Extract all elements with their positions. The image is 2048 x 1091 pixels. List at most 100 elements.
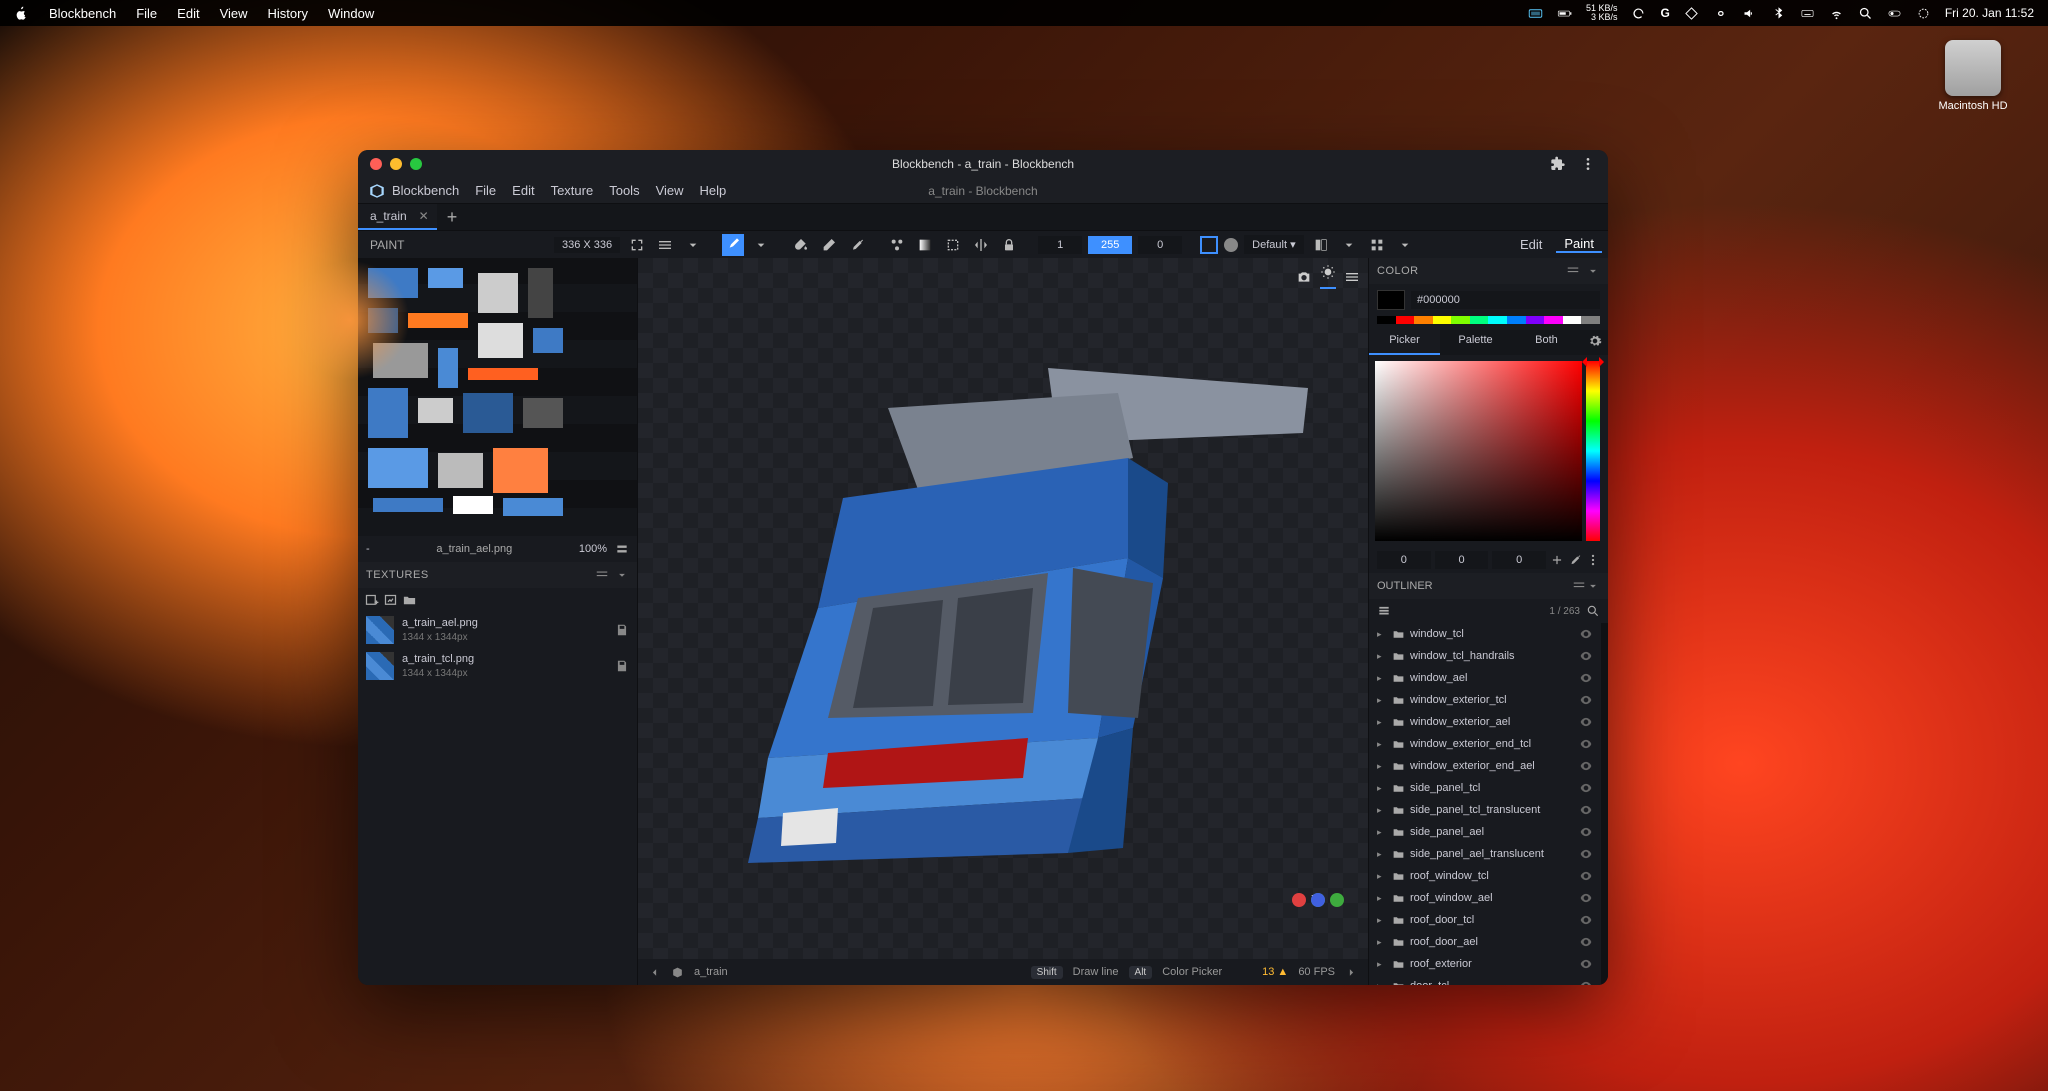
uv-menu-icon[interactable]: [654, 234, 676, 256]
rgb-r-input[interactable]: 0: [1377, 551, 1431, 569]
fill-tool-icon[interactable]: [790, 234, 812, 256]
3d-viewport[interactable]: Y a_train Shift Draw line Alt Color Pick…: [638, 258, 1368, 985]
outliner-item[interactable]: ▸window_tcl_handrails: [1369, 645, 1601, 667]
app-menu-view[interactable]: View: [656, 183, 684, 198]
outliner-item[interactable]: ▸window_exterior_end_tcl: [1369, 733, 1601, 755]
warn-count[interactable]: 13 ▲: [1262, 966, 1288, 978]
status-sync-icon[interactable]: [1631, 6, 1646, 21]
outliner-item[interactable]: ▸window_tcl: [1369, 623, 1601, 645]
brush-size-input[interactable]: 1: [1038, 236, 1082, 254]
swatch[interactable]: [1544, 316, 1563, 324]
app-menu-file[interactable]: File: [475, 183, 496, 198]
uv-layers-icon[interactable]: [615, 542, 629, 556]
swatch[interactable]: [1414, 316, 1433, 324]
viewport-menu-icon[interactable]: [1344, 269, 1360, 285]
chevron-right-icon[interactable]: ▸: [1377, 827, 1387, 838]
outliner-item[interactable]: ▸side_panel_tcl: [1369, 777, 1601, 799]
visibility-icon[interactable]: [1579, 891, 1593, 905]
chevron-right-icon[interactable]: ▸: [1377, 915, 1387, 926]
visibility-icon[interactable]: [1579, 979, 1593, 985]
uv-fullscreen-icon[interactable]: [626, 234, 648, 256]
visibility-icon[interactable]: [1579, 715, 1593, 729]
menubar-view[interactable]: View: [220, 6, 248, 21]
swatch[interactable]: [1507, 316, 1526, 324]
outliner-search-icon[interactable]: [1586, 604, 1600, 618]
texture-item[interactable]: a_train_ael.png1344 x 1344px: [358, 612, 637, 648]
outliner-item[interactable]: ▸roof_window_ael: [1369, 887, 1601, 909]
chevron-down-icon[interactable]: [615, 568, 629, 582]
project-tab[interactable]: a_train ✕: [358, 204, 437, 230]
brush-softness-input[interactable]: 0: [1138, 236, 1182, 254]
outliner-scrollbar[interactable]: [1601, 623, 1608, 985]
status-search-icon[interactable]: [1858, 6, 1873, 21]
add-color-icon[interactable]: [1550, 553, 1564, 567]
status-g-icon[interactable]: G: [1660, 6, 1669, 20]
status-toggle-icon[interactable]: [1887, 6, 1902, 21]
camera-icon[interactable]: [1296, 269, 1312, 285]
swatch[interactable]: [1526, 316, 1545, 324]
panel-menu-icon[interactable]: [595, 568, 609, 582]
edit-mode[interactable]: Edit: [1512, 237, 1550, 252]
brush-opacity-input[interactable]: 255: [1088, 236, 1132, 254]
folder-texture-icon[interactable]: [402, 593, 417, 608]
chevron-right-icon[interactable]: ▸: [1377, 739, 1387, 750]
save-icon[interactable]: [615, 659, 629, 673]
visibility-icon[interactable]: [1579, 627, 1593, 641]
chevron-right-icon[interactable]: ▸: [1377, 893, 1387, 904]
outliner-item[interactable]: ▸side_panel_tcl_translucent: [1369, 799, 1601, 821]
tab-close-icon[interactable]: ✕: [419, 209, 429, 223]
swatch[interactable]: [1581, 316, 1600, 324]
status-link-icon[interactable]: [1713, 6, 1728, 21]
visibility-icon[interactable]: [1579, 693, 1593, 707]
more-icon[interactable]: [1580, 156, 1596, 172]
status-diamond-icon[interactable]: [1684, 6, 1699, 21]
shape-tool-icon[interactable]: [886, 234, 908, 256]
outliner-item[interactable]: ▸roof_window_tcl: [1369, 865, 1601, 887]
chevron-right-icon[interactable]: ▸: [1377, 629, 1387, 640]
visibility-icon[interactable]: [1579, 803, 1593, 817]
visibility-icon[interactable]: [1579, 825, 1593, 839]
app-menu-help[interactable]: Help: [700, 183, 727, 198]
gradient-tool-icon[interactable]: [914, 234, 936, 256]
chevron-down-icon[interactable]: [1338, 234, 1360, 256]
swatch[interactable]: [1377, 316, 1396, 324]
chevron-down-icon[interactable]: [682, 234, 704, 256]
outliner-item[interactable]: ▸window_exterior_ael: [1369, 711, 1601, 733]
lock-alpha-icon[interactable]: [998, 234, 1020, 256]
more-icon[interactable]: [1586, 553, 1600, 567]
grid-view-icon[interactable]: [1366, 234, 1388, 256]
status-volume-icon[interactable]: [1742, 6, 1757, 21]
window-close[interactable]: [370, 158, 382, 170]
add-texture-icon[interactable]: [364, 593, 379, 608]
outliner-item[interactable]: ▸roof_exterior: [1369, 953, 1601, 975]
nav-back-icon[interactable]: [648, 966, 661, 979]
swatch[interactable]: [1563, 316, 1582, 324]
window-minimize[interactable]: [390, 158, 402, 170]
chevron-right-icon[interactable]: ▸: [1377, 717, 1387, 728]
outliner-item[interactable]: ▸window_exterior_end_ael: [1369, 755, 1601, 777]
menubar-edit[interactable]: Edit: [177, 6, 199, 21]
visibility-icon[interactable]: [1579, 913, 1593, 927]
visibility-icon[interactable]: [1579, 935, 1593, 949]
apple-icon[interactable]: [14, 6, 29, 21]
chevron-right-icon[interactable]: ▸: [1377, 849, 1387, 860]
visibility-icon[interactable]: [1579, 957, 1593, 971]
outliner-item[interactable]: ▸window_exterior_tcl: [1369, 689, 1601, 711]
visibility-icon[interactable]: [1579, 869, 1593, 883]
saturation-value-picker[interactable]: [1375, 361, 1582, 541]
swatch[interactable]: [1488, 316, 1507, 324]
chevron-down-icon[interactable]: [1586, 264, 1600, 278]
rgb-g-input[interactable]: 0: [1435, 551, 1489, 569]
swatch[interactable]: [1470, 316, 1489, 324]
eyedropper-icon[interactable]: [1568, 553, 1582, 567]
color-swatch[interactable]: [1377, 290, 1405, 310]
picker-tab[interactable]: Picker: [1369, 330, 1440, 355]
outliner-list[interactable]: ▸window_tcl▸window_tcl_handrails ▸window_…: [1369, 623, 1601, 985]
app-menu-edit[interactable]: Edit: [512, 183, 534, 198]
status-wifi-icon[interactable]: [1829, 6, 1844, 21]
app-menu-tools[interactable]: Tools: [609, 183, 639, 198]
visibility-icon[interactable]: [1579, 649, 1593, 663]
outliner-item[interactable]: ▸roof_door_ael: [1369, 931, 1601, 953]
shading-icon[interactable]: [1320, 264, 1336, 280]
brush-shape-circle[interactable]: [1224, 238, 1238, 252]
